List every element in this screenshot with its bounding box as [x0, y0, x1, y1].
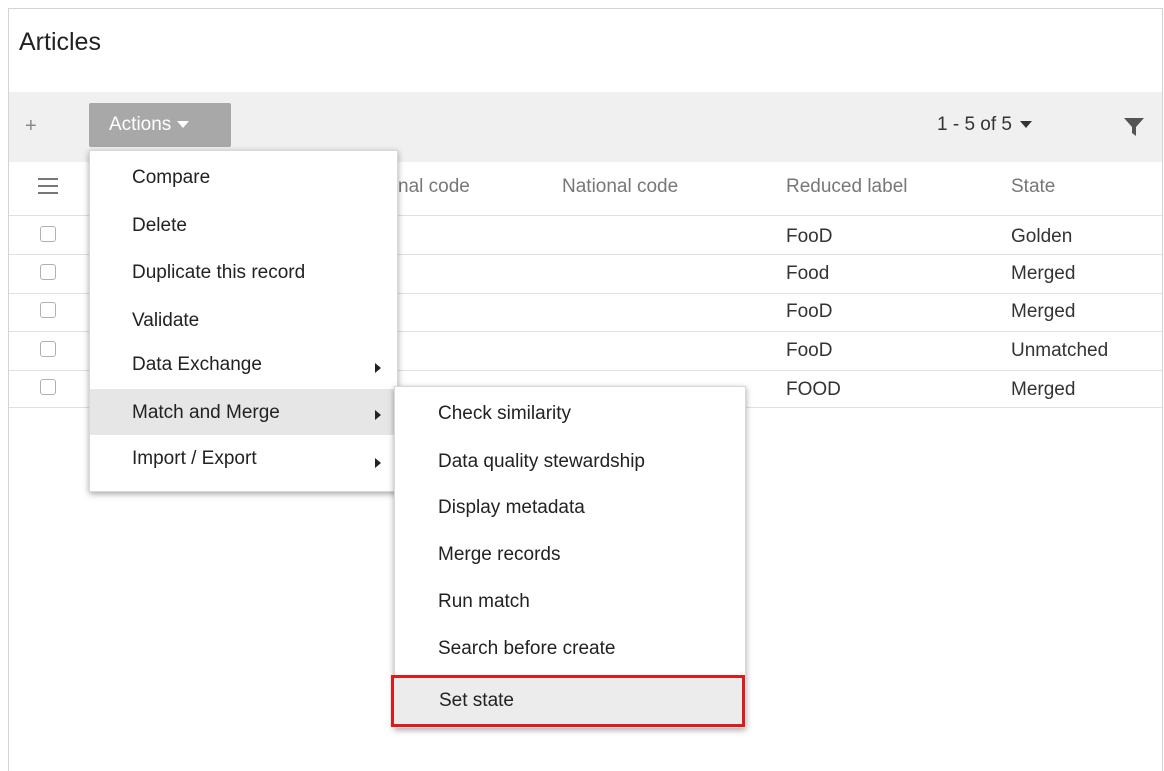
menu-item-label: Import / Export — [132, 448, 257, 469]
menu-item-label: Check similarity — [438, 403, 572, 424]
submenu-item-check-similarity[interactable]: Check similarity — [395, 387, 745, 435]
column-header-internal-code[interactable]: nal code — [398, 176, 470, 198]
actions-button[interactable]: Actions — [89, 103, 231, 147]
pagination-label: 1 - 5 of 5 — [937, 114, 1012, 135]
menu-item-label: Data quality stewardship — [438, 451, 645, 472]
menu-item-label: Data Exchange — [132, 354, 262, 375]
reduced-label-cell: FooD — [786, 340, 833, 361]
menu-item-label: Delete — [132, 215, 187, 236]
actions-button-label: Actions — [109, 114, 172, 135]
caret-down-icon — [1020, 121, 1032, 129]
state-cell: Merged — [1011, 263, 1076, 284]
chevron-right-icon — [375, 458, 381, 468]
menu-item-label: Set state — [439, 690, 514, 711]
row-checkbox[interactable] — [40, 379, 56, 395]
state-cell: Unmatched — [1011, 340, 1109, 361]
submenu-item-set-state[interactable]: Set state — [391, 675, 745, 727]
reduced-label-cell: Food — [786, 263, 830, 284]
menu-item-label: Match and Merge — [132, 402, 280, 423]
menu-item-delete[interactable]: Delete — [90, 211, 397, 251]
add-button[interactable]: + — [25, 116, 37, 136]
state-cell: Merged — [1011, 301, 1076, 322]
menu-item-data-exchange[interactable]: Data Exchange — [90, 344, 397, 388]
pagination-selector[interactable]: 1 - 5 of 5 — [937, 114, 1032, 136]
column-header-reduced-label[interactable]: Reduced label — [786, 176, 907, 198]
menu-item-validate[interactable]: Validate — [90, 298, 397, 343]
row-checkbox[interactable] — [40, 226, 56, 242]
row-checkbox[interactable] — [40, 302, 56, 318]
menu-item-label: Validate — [132, 310, 200, 331]
actions-menu: Compare Delete Duplicate this record Val… — [89, 150, 398, 492]
reduced-label-cell: FooD — [786, 301, 833, 322]
row-checkbox[interactable] — [40, 341, 56, 357]
state-cell: Merged — [1011, 379, 1076, 400]
menu-item-label: Merge records — [438, 544, 561, 565]
menu-item-match-and-merge[interactable]: Match and Merge — [90, 389, 397, 435]
hamburger-menu-icon[interactable] — [38, 178, 58, 196]
filter-icon[interactable] — [1123, 116, 1145, 138]
menu-item-label: Compare — [132, 167, 211, 188]
column-header-national-code[interactable]: National code — [562, 176, 678, 198]
menu-item-label: Run match — [438, 591, 530, 612]
caret-down-icon — [177, 121, 190, 129]
menu-item-label: Display metadata — [438, 497, 585, 518]
menu-item-label: Duplicate this record — [132, 262, 306, 283]
column-header-state[interactable]: State — [1011, 176, 1055, 198]
submenu-item-display-metadata[interactable]: Display metadata — [395, 481, 745, 527]
chevron-right-icon — [375, 410, 381, 420]
submenu-item-merge-records[interactable]: Merge records — [395, 527, 745, 573]
reduced-label-cell: FOOD — [786, 379, 841, 400]
submenu-item-search-before-create[interactable]: Search before create — [395, 619, 745, 671]
row-checkbox[interactable] — [40, 264, 56, 280]
chevron-right-icon — [375, 363, 381, 373]
reduced-label-cell: FooD — [786, 226, 833, 247]
submenu-item-data-quality-stewardship[interactable]: Data quality stewardship — [395, 435, 745, 481]
state-cell: Golden — [1011, 226, 1073, 247]
menu-item-duplicate-record[interactable]: Duplicate this record — [90, 252, 397, 297]
menu-item-compare[interactable]: Compare — [90, 151, 397, 195]
submenu-item-run-match[interactable]: Run match — [395, 573, 745, 619]
menu-item-label: Search before create — [438, 638, 616, 659]
page-title: Articles — [19, 28, 101, 56]
menu-item-import-export[interactable]: Import / Export — [90, 437, 397, 483]
